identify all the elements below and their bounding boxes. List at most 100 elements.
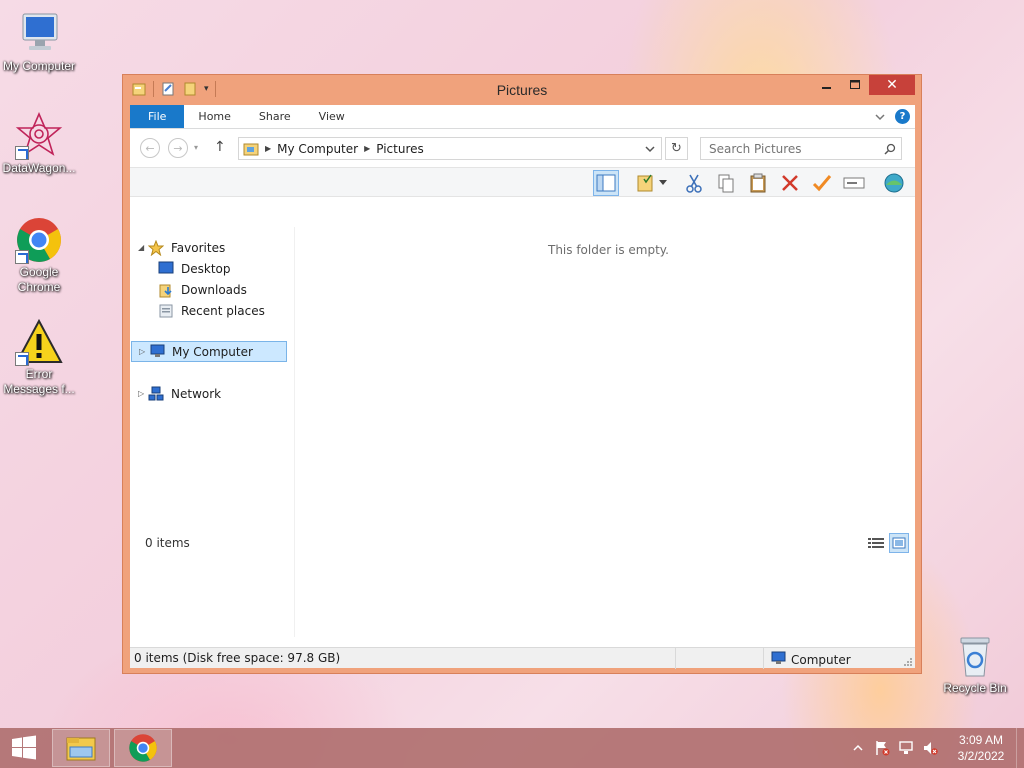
desktop-icon-google-chrome[interactable]: Google Chrome [0,216,78,295]
search-input[interactable] [709,141,879,156]
title-bar[interactable]: ▾ Pictures ✕ [123,75,921,105]
tab-file[interactable]: File [130,105,185,128]
select-button[interactable] [809,170,835,196]
tab-view[interactable]: View [305,105,359,128]
breadcrumb-separator-icon[interactable]: ▶ [364,144,370,153]
show-desktop-button[interactable] [1016,728,1024,768]
nav-favorites[interactable]: ◢ Favorites [138,237,225,258]
start-button[interactable] [0,728,48,768]
network-icon [148,386,166,402]
nav-desktop-label: Desktop [181,261,231,276]
datawagon-logo-icon [15,111,63,160]
details-view-icon [868,538,884,548]
window-controls: ✕ [813,75,915,95]
desktop-icon-label: My Computer [2,59,76,73]
checkmark-icon [812,175,832,192]
search-icon [879,143,901,155]
breadcrumb-pictures[interactable]: Pictures [376,142,424,156]
recycle-bin-icon [951,632,999,680]
desktop-icon-label: Google Chrome [17,265,61,294]
breadcrumb-separator-icon[interactable]: ▶ [265,144,271,153]
shortcut-arrow-icon [15,146,29,160]
folder-options-button[interactable] [633,170,659,196]
clock-time: 3:09 AM [958,733,1004,747]
navigation-pane: ◢ Favorites Desktop Downloads Recent pla… [130,227,295,637]
taskbar-file-explorer[interactable] [52,729,110,767]
nav-network[interactable]: ▷ Network [138,383,221,404]
search-box[interactable] [700,137,902,160]
nav-recent-places[interactable]: Recent places [158,300,265,321]
resize-grip-icon[interactable] [903,656,913,666]
clipboard-icon [750,173,766,193]
help-button[interactable]: ? [890,105,915,128]
tab-share[interactable]: Share [245,105,305,128]
explorer-body: File Home Share View ? ← → ▾ ↑ ▶ My Comp… [130,105,915,669]
details-view-button[interactable] [866,533,886,553]
items-count: 0 items [145,536,190,550]
nav-downloads[interactable]: Downloads [158,279,247,300]
action-center-icon[interactable] [870,740,894,756]
address-row: ← → ▾ ↑ ▶ My Computer ▶ Pictures ↻ [130,129,915,167]
forward-button[interactable]: → [168,138,188,158]
folder-options-dropdown[interactable] [657,170,669,196]
computer-icon [149,344,167,360]
large-icons-view-button[interactable] [889,533,909,553]
address-dropdown-icon[interactable] [645,142,655,156]
ribbon: File Home Share View ? [130,105,915,129]
computer-icon [770,651,786,668]
downloads-folder-icon [158,282,176,298]
maximize-button[interactable] [841,75,869,95]
desktop-icon-label: Error Messages f... [3,367,75,396]
refresh-button[interactable]: ↻ [665,137,688,160]
nav-favorites-label: Favorites [171,240,226,255]
taskbar: 3:09 AM 3/2/2022 [0,728,1024,768]
expand-arrow-icon[interactable]: ▷ [139,347,149,356]
desktop-icon-label: DataWagon... [2,161,76,175]
monitor-icon [15,10,63,58]
chrome-icon [129,734,157,762]
breadcrumb-my-computer[interactable]: My Computer [277,142,358,156]
collapse-arrow-icon[interactable]: ◢ [138,243,148,252]
shortcut-arrow-icon [15,352,29,366]
status-divider [675,648,676,669]
recent-locations-icon[interactable]: ▾ [194,143,198,152]
volume-muted-icon[interactable] [918,740,942,756]
up-button[interactable]: ↑ [214,139,226,155]
minimize-button[interactable] [813,75,841,95]
empty-folder-message: This folder is empty. [548,243,669,257]
tab-home[interactable]: Home [184,105,244,128]
shortcut-arrow-icon [15,250,29,264]
desktop-icon-recycle-bin[interactable]: Recycle Bin [936,632,1014,696]
command-toolbar [130,167,915,197]
cut-button[interactable] [681,170,707,196]
paste-button[interactable] [745,170,771,196]
delete-button[interactable] [777,170,803,196]
nav-my-computer[interactable]: ▷ My Computer [131,341,287,362]
nav-desktop[interactable]: Desktop [158,258,231,279]
taskbar-chrome[interactable] [114,729,172,767]
system-properties-button[interactable] [881,170,907,196]
nav-my-computer-label: My Computer [172,344,253,359]
scissors-icon [686,174,702,193]
folder-check-icon [637,174,653,192]
desktop-icon-my-computer[interactable]: My Computer [0,10,78,74]
expand-ribbon-icon[interactable] [870,105,890,128]
globe-icon [884,173,904,193]
close-button[interactable]: ✕ [869,75,915,95]
explorer-window: ▾ Pictures ✕ File Home Share View ? ← → … [122,74,922,674]
back-button[interactable]: ← [140,138,160,158]
clock[interactable]: 3:09 AM 3/2/2022 [946,732,1016,764]
copy-button[interactable] [713,170,739,196]
rename-button[interactable] [841,170,867,196]
desktop-icon-datawagon[interactable]: DataWagon... [0,111,78,176]
expand-arrow-icon[interactable]: ▷ [138,389,148,398]
ribbon-spacer [359,105,870,128]
preview-pane-button[interactable] [593,170,619,196]
network-status-icon[interactable] [894,740,918,756]
delete-x-icon [782,175,798,191]
desktop-icon-error-messages[interactable]: Error Messages f... [0,318,78,397]
show-hidden-icons-button[interactable] [846,744,870,752]
star-icon [147,239,166,256]
clock-date: 3/2/2022 [957,749,1005,763]
address-bar[interactable]: ▶ My Computer ▶ Pictures [238,137,662,160]
